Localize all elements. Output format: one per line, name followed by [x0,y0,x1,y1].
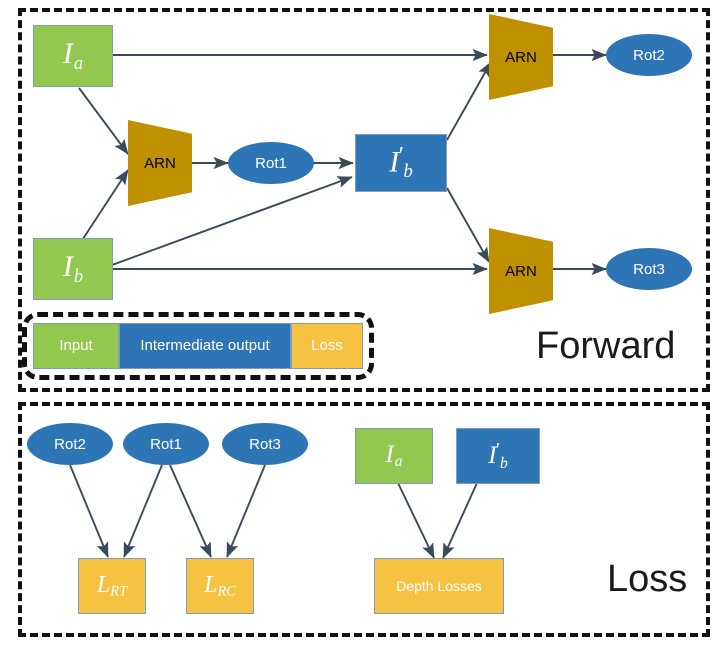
legend-input-swatch: Input [33,323,119,369]
image-b-prime-label: I′b [488,439,508,472]
depth-losses-label: Depth Losses [396,578,482,594]
rot2-label: Rot2 [54,435,86,453]
loss-rot3-node[interactable]: Rot3 [222,423,308,465]
lrt-label: LRT [96,571,128,600]
legend-loss-swatch: Loss [291,323,363,369]
image-b-label: Ib [62,250,84,287]
arn-module-top[interactable]: ARN [489,14,553,100]
loss-panel-title: Loss [607,558,688,600]
arn-module-mid[interactable]: ARN [128,120,192,206]
diagram-canvas: Ia Ib ARN Rot1 I′b ARN Rot2 ARN Rot3 For… [0,0,720,645]
arn-bottom-label: ARN [505,262,537,280]
rot1-label: Rot1 [150,435,182,453]
legend: Input Intermediate output Loss [22,312,374,380]
lrc-label: LRC [204,571,236,600]
forward-intermediate-image-b-prime[interactable]: I′b [355,134,447,192]
loss-input-image-a[interactable]: Ia [355,428,433,484]
forward-panel-title: Forward [536,325,676,367]
forward-rot3-node[interactable]: Rot3 [606,248,692,290]
legend-intermediate-swatch: Intermediate output [119,323,291,369]
loss-node-lrt[interactable]: LRT [78,558,146,614]
loss-rot1-node[interactable]: Rot1 [123,423,209,465]
loss-node-lrc[interactable]: LRC [186,558,254,614]
rot3-label: Rot3 [633,260,665,278]
rot1-label: Rot1 [255,154,287,172]
arn-mid-label: ARN [144,154,176,172]
forward-input-image-b[interactable]: Ib [33,238,113,300]
forward-rot1-node[interactable]: Rot1 [228,142,314,184]
image-a-label: Ia [62,37,84,74]
forward-input-image-a[interactable]: Ia [33,25,113,87]
loss-node-depth-losses[interactable]: Depth Losses [374,558,504,614]
image-a-label: Ia [385,440,403,471]
rot2-label: Rot2 [633,46,665,64]
loss-intermediate-image-b-prime[interactable]: I′b [456,428,540,484]
loss-rot2-node[interactable]: Rot2 [27,423,113,465]
rot3-label: Rot3 [249,435,281,453]
image-b-prime-label: I′b [389,143,413,182]
forward-rot2-node[interactable]: Rot2 [606,34,692,76]
arn-module-bottom[interactable]: ARN [489,228,553,314]
arn-top-label: ARN [505,48,537,66]
